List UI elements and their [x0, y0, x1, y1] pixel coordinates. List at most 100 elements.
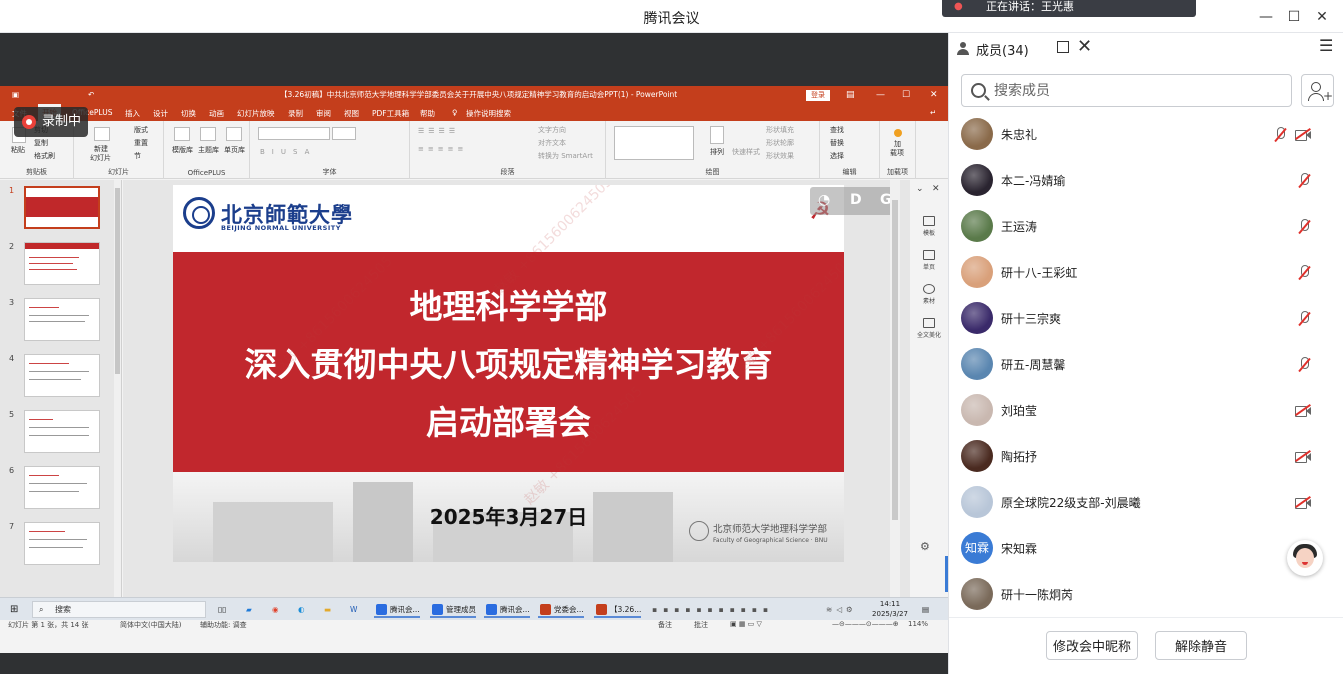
slide-thumbnail-5[interactable]	[24, 410, 100, 453]
avatar[interactable]	[961, 348, 993, 380]
camera-off-icon[interactable]	[1295, 497, 1311, 509]
files-app-icon[interactable]: ▰	[246, 602, 252, 618]
slide-thumbnail-2[interactable]	[24, 242, 100, 285]
taskbar-app-2[interactable]: 管理成员	[430, 601, 476, 618]
slide-thumbnail-6[interactable]	[24, 466, 100, 509]
avatar[interactable]	[961, 440, 993, 472]
avatar[interactable]	[961, 578, 993, 610]
taskbar-app-3[interactable]: 腾讯会...	[484, 601, 530, 618]
taskbar-app-1[interactable]: 腾讯会...	[374, 601, 420, 618]
notification-icon[interactable]: ▤	[922, 602, 929, 618]
taskbar-search[interactable]: ⌕ 搜索	[32, 601, 206, 618]
member-row[interactable]: 原全球院22级支部-刘晨曦	[949, 481, 1343, 527]
align-text-button[interactable]: 对齐文本	[538, 138, 566, 148]
windows-start-icon[interactable]: ⊞	[10, 602, 18, 618]
member-row[interactable]: 知霖 宋知霖	[949, 527, 1343, 573]
tab-record[interactable]: 录制	[288, 108, 303, 119]
thumbnail-scrollbar[interactable]	[114, 180, 121, 616]
unmute-button[interactable]: 解除静音	[1155, 631, 1247, 660]
maximize-button[interactable]: ☐	[1283, 6, 1305, 28]
ai-assistant-avatar[interactable]	[1287, 540, 1323, 576]
member-row[interactable]: 王运涛	[949, 205, 1343, 251]
section-button[interactable]: 节	[134, 151, 141, 161]
close-button[interactable]: ✕	[1311, 6, 1333, 28]
tab-pdf-toolbox[interactable]: PDF工具箱	[372, 108, 409, 119]
add-member-button[interactable]: +	[1301, 74, 1334, 107]
comments-button[interactable]: 批注	[694, 620, 708, 630]
shape-effects-button[interactable]: 形状效果	[766, 151, 794, 161]
recording-indicator[interactable]: 录制中	[14, 107, 88, 137]
shape-fill-button[interactable]: 形状填充	[766, 125, 794, 135]
mic-muted-icon[interactable]	[1297, 173, 1311, 189]
chrome-icon[interactable]: ◉	[272, 602, 279, 618]
mic-muted-icon[interactable]	[1297, 357, 1311, 373]
settings-gear-icon[interactable]: ⚙	[920, 540, 930, 553]
member-search[interactable]	[961, 74, 1292, 107]
format-painter-button[interactable]: 格式刷	[34, 151, 55, 161]
tab-slideshow[interactable]: 幻灯片放映	[237, 108, 275, 119]
page-library-icon[interactable]	[226, 127, 242, 141]
task-view-icon[interactable]: ▯▯	[218, 602, 226, 618]
taskbar-app-5[interactable]: 【3.26...	[594, 601, 642, 618]
camera-off-icon[interactable]	[1295, 451, 1311, 463]
word-icon[interactable]: W	[350, 602, 357, 618]
autosave-icon[interactable]: ↶	[88, 86, 94, 104]
chevron-down-icon[interactable]: ⌄	[916, 184, 924, 194]
save-icon[interactable]: ▣	[12, 86, 19, 104]
file-explorer-icon[interactable]: ▬	[324, 602, 331, 618]
overlay-d-button[interactable]: D	[850, 192, 862, 208]
avatar[interactable]	[961, 164, 993, 196]
tray-icons[interactable]: ▪▪▪▪▪▪▪▪▪▪▪	[652, 602, 774, 618]
tab-animations[interactable]: 动画	[209, 108, 224, 119]
find-button[interactable]: 查找	[830, 125, 844, 135]
slide-thumbnail-3[interactable]	[24, 298, 100, 341]
ribbon-display-icon[interactable]: ▤	[846, 86, 855, 104]
template-library-icon[interactable]	[174, 127, 190, 141]
side-close-icon[interactable]: ✕	[932, 184, 940, 194]
new-slide-button-line2[interactable]: 幻灯片	[90, 153, 111, 163]
tell-me-search[interactable]: 操作说明搜索	[466, 108, 511, 119]
layout-button[interactable]: 版式	[134, 125, 148, 135]
mic-muted-icon[interactable]	[1273, 127, 1287, 143]
member-row[interactable]: 刘珀莹	[949, 389, 1343, 435]
tab-help[interactable]: 帮助	[420, 108, 435, 119]
select-button[interactable]: 选择	[830, 151, 844, 161]
font-format-buttons[interactable]: BIUSA	[260, 148, 316, 156]
slide-thumbnail-1[interactable]	[24, 186, 100, 229]
ppt-login-button[interactable]: 登录	[806, 90, 830, 101]
tab-design[interactable]: 设计	[153, 108, 168, 119]
addins-icon[interactable]	[894, 129, 902, 137]
edge-icon[interactable]: ◐	[298, 602, 305, 618]
close-panel-icon[interactable]: ✕	[1077, 36, 1092, 57]
avatar[interactable]	[961, 394, 993, 426]
tab-view[interactable]: 视图	[344, 108, 359, 119]
font-family-select[interactable]	[258, 127, 330, 140]
more-menu-icon[interactable]: ☰	[1319, 36, 1333, 55]
list-buttons[interactable]: ☰☰☰☰	[418, 127, 459, 135]
member-row[interactable]: 研十八-王彩虹	[949, 251, 1343, 297]
theme-library-button[interactable]: 主题库	[198, 145, 219, 155]
dingtalk-overlay[interactable]: ◔ D G	[810, 187, 900, 215]
theme-library-icon[interactable]	[200, 127, 216, 141]
accessibility-status[interactable]: 辅助功能: 调查	[200, 620, 247, 630]
notes-button[interactable]: 备注	[658, 620, 672, 630]
mic-muted-icon[interactable]	[1297, 219, 1311, 235]
arrange-button[interactable]: 排列	[710, 147, 724, 157]
paste-button[interactable]: 粘贴	[11, 145, 25, 155]
page-library-button[interactable]: 单页库	[224, 145, 245, 155]
tab-transitions[interactable]: 切换	[181, 108, 196, 119]
quick-styles-button[interactable]: 快速样式	[732, 147, 760, 157]
slide-thumbnail-4[interactable]	[24, 354, 100, 397]
language-status[interactable]: 简体中文(中国大陆)	[120, 620, 181, 630]
avatar[interactable]: 知霖	[961, 532, 993, 564]
zoom-slider[interactable]: —⊝———⊙———⊕	[832, 620, 899, 628]
current-slide[interactable]: 北京師範大學 BEIJING NORMAL UNIVERSITY ☭ 地理科学学…	[173, 185, 844, 562]
side-tool-material[interactable]: 素材	[910, 284, 948, 305]
template-library-button[interactable]: 模版库	[172, 145, 193, 155]
side-tool-template[interactable]: 模板	[910, 216, 948, 237]
member-row[interactable]: 陶拓抒	[949, 435, 1343, 481]
share-icon[interactable]: ↵	[930, 108, 936, 117]
avatar[interactable]	[961, 302, 993, 334]
taskbar-clock[interactable]: 14:11 2025/3/27	[870, 599, 910, 619]
member-row[interactable]: 本二-冯婧瑜	[949, 159, 1343, 205]
